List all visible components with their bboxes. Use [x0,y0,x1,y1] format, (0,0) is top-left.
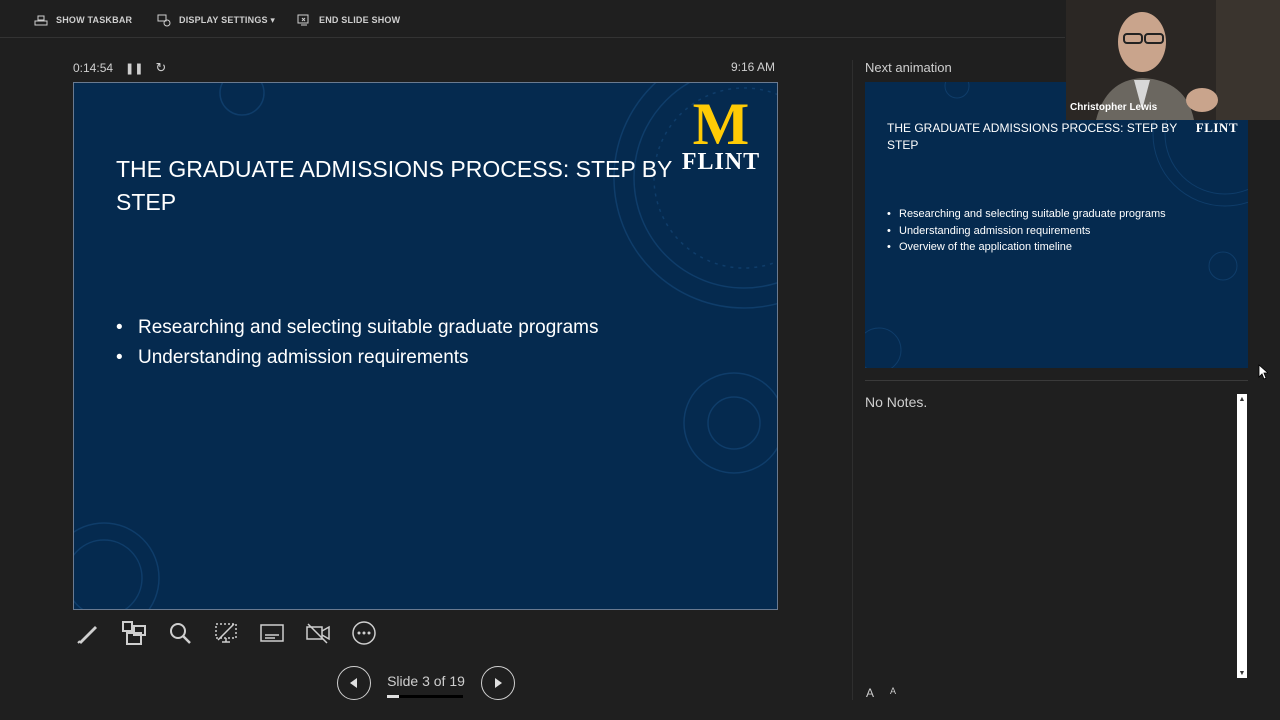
top-toolbar: SHOW TASKBAR DISPLAY SETTINGS ▾ END SLID… [0,0,1065,38]
slide-navigation: Slide 3 of 19 [337,666,515,700]
slide-bullet-list: Researching and selecting suitable gradu… [116,313,736,373]
end-show-icon [297,14,309,26]
next-animation-label: Next animation [865,60,952,75]
speaker-notes[interactable]: No Notes. [865,394,927,410]
next-slide-button[interactable] [481,666,515,700]
next-slide-bullet: Understanding admission requirements [887,223,1166,240]
timer-elapsed: 0:14:54 [73,61,114,75]
reset-timer-icon[interactable]: ↻ [155,60,166,76]
slide-counter[interactable]: Slide 3 of 19 [371,673,481,689]
scroll-down-arrow-icon[interactable]: ▼ [1237,668,1247,678]
more-icon [352,621,376,645]
decrease-font-button[interactable]: A [890,686,896,700]
slide-title: THE GRADUATE ADMISSIONS PROCESS: STEP BY… [116,156,672,215]
previous-slide-button[interactable] [337,666,371,700]
presenter-view: SHOW TASKBAR DISPLAY SETTINGS ▾ END SLID… [0,0,1280,720]
display-settings-label: DISPLAY SETTINGS ▾ [179,14,276,25]
see-all-slides-button[interactable] [119,618,149,648]
next-slide-bullet: Overview of the application timeline [887,239,1166,256]
current-time: 9:16 AM [731,60,776,74]
next-slide-title: THE GRADUATE ADMISSIONS PROCESS: STEP BY… [887,121,1178,152]
next-slide-bullet-list: Researching and selecting suitable gradu… [887,206,1166,256]
participant-name: Christopher Lewis [1070,102,1158,113]
end-slide-show-button[interactable]: END SLIDE SHOW [297,13,400,27]
logo-flint-text: FLINT [681,149,761,175]
next-slide-preview[interactable]: THE GRADUATE ADMISSIONS PROCESS: STEP BY… [865,82,1248,368]
mouse-cursor-icon [1258,364,1268,380]
panel-divider[interactable] [852,60,853,700]
notes-divider[interactable] [865,380,1248,381]
notes-scrollbar[interactable]: ▲ ▼ [1237,394,1247,678]
show-taskbar-label: SHOW TASKBAR [56,15,133,25]
notes-font-controls: A A [866,686,896,700]
next-slide-bullet: Researching and selecting suitable gradu… [887,206,1166,223]
slide-progress-bar [387,695,463,698]
pause-icon[interactable]: ❚❚ [125,62,143,75]
magnifier-icon [170,623,191,644]
slide-grid-icon [122,621,146,645]
more-options-button[interactable] [349,618,379,648]
um-flint-logo: M FLINT [681,91,761,175]
zoom-button[interactable] [165,618,195,648]
display-settings-button[interactable]: DISPLAY SETTINGS ▾ [157,13,275,27]
subtitles-icon [260,624,284,642]
camera-off-icon [306,623,330,644]
presenter-tools [73,618,379,648]
next-slide-logo-text: FLINT [1195,120,1238,135]
triangle-right-icon [495,678,502,688]
slide-bullet: Understanding admission requirements [116,343,736,373]
display-settings-icon [157,14,171,27]
increase-font-button[interactable]: A [866,686,874,700]
show-taskbar-button[interactable]: SHOW TASKBAR [34,13,132,27]
pen-tool-button[interactable] [73,618,103,648]
current-slide[interactable]: THE GRADUATE ADMISSIONS PROCESS: STEP BY… [73,82,778,610]
timer: 0:14:54 ❚❚ ↻ [73,60,166,76]
triangle-left-icon [350,678,357,688]
scroll-up-arrow-icon[interactable]: ▲ [1237,394,1247,404]
slide-bullet: Researching and selecting suitable gradu… [116,313,736,343]
participant-video-tile[interactable]: Christopher Lewis [1066,0,1280,120]
camera-toggle-button[interactable] [303,618,333,648]
slide-progress-fill [387,695,399,698]
black-screen-button[interactable] [211,618,241,648]
screen-slash-icon [215,623,237,643]
pen-icon [77,626,97,644]
taskbar-icon [34,15,48,26]
logo-block-m: M [692,91,750,157]
subtitles-button[interactable] [257,618,287,648]
end-slide-show-label: END SLIDE SHOW [319,15,401,25]
